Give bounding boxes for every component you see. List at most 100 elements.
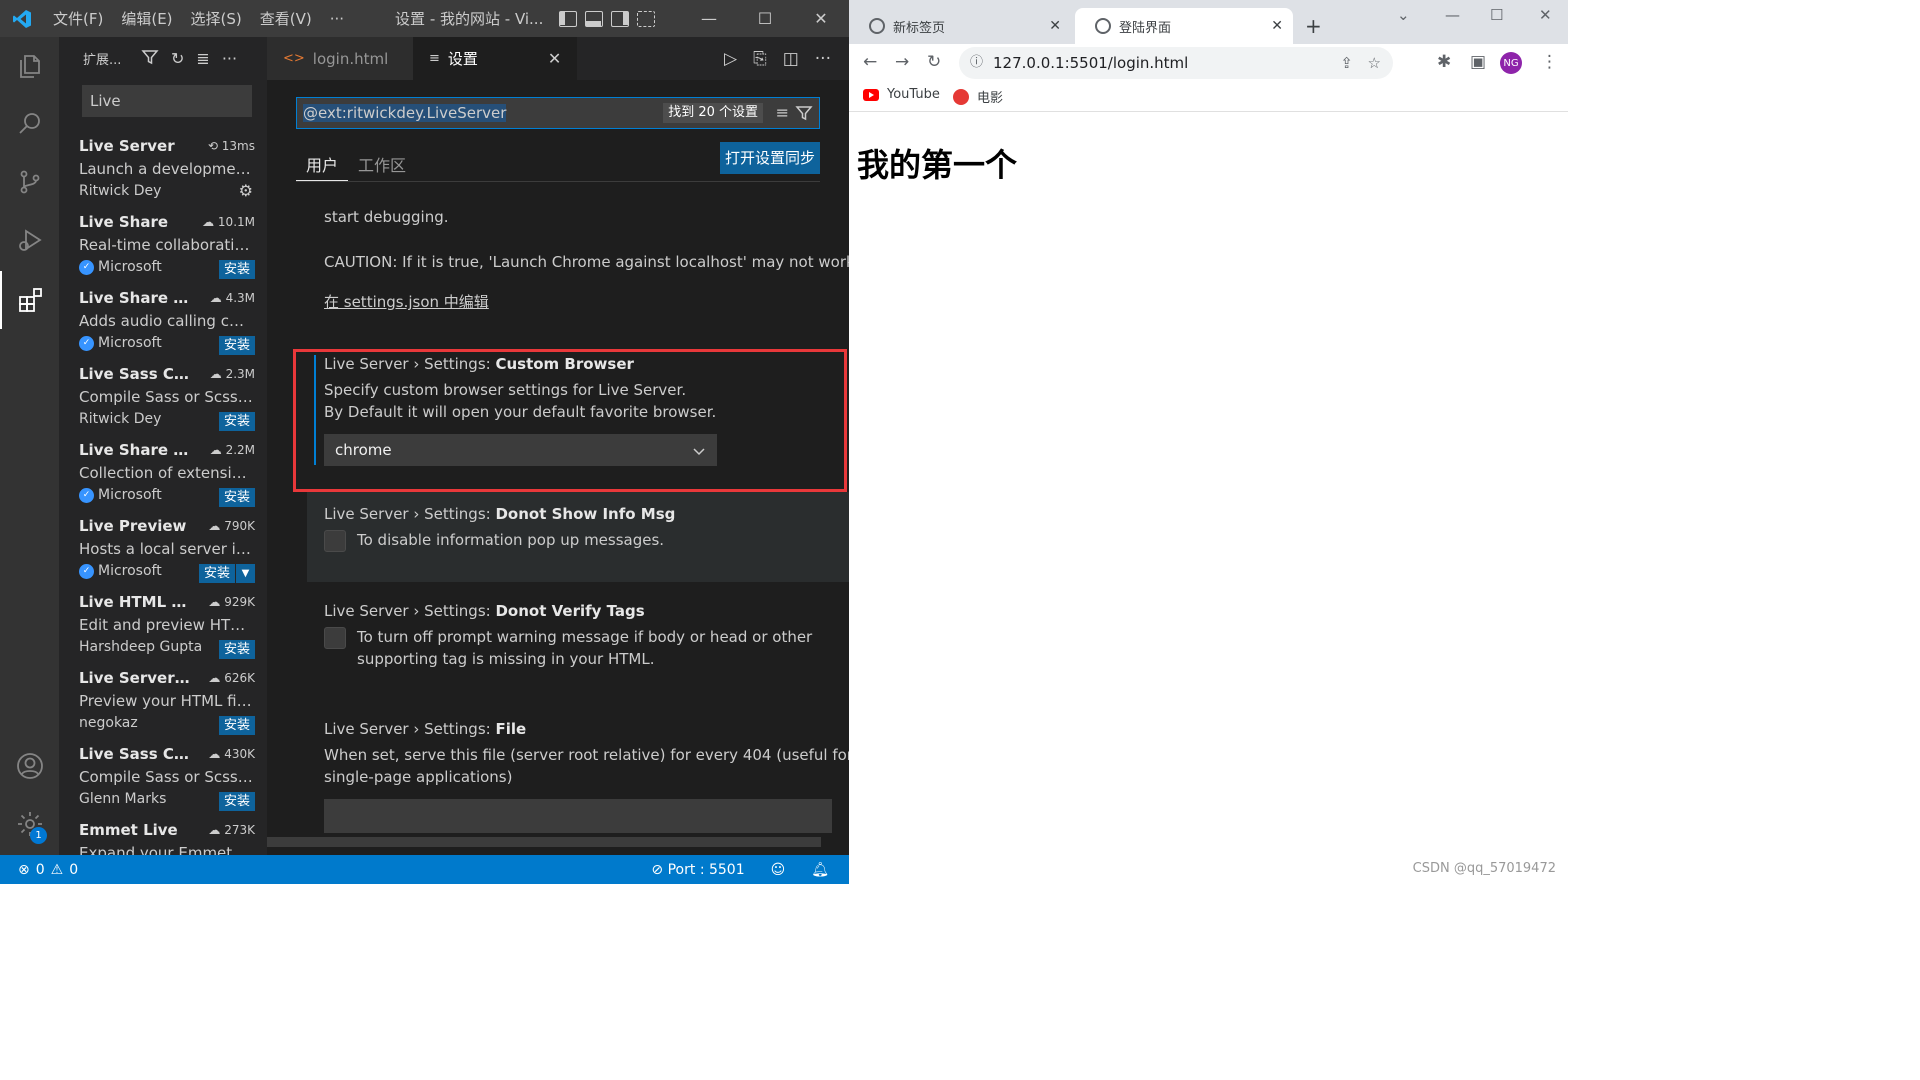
donot-verify-tags-checkbox[interactable]	[324, 627, 346, 649]
run-icon[interactable]: ▷	[724, 49, 737, 69]
refresh-icon[interactable]: ↻	[171, 49, 184, 68]
setting-title-donot-show-info-msg: Live Server › Settings: Donot Show Info …	[324, 505, 676, 523]
notifications-bell-icon[interactable]: 🔔︎	[811, 862, 829, 878]
file-text-input[interactable]	[324, 799, 832, 833]
editor-actions: ▷ ⎘ ◫ ···	[724, 37, 831, 80]
customize-layout-icon[interactable]	[637, 10, 656, 27]
maximize-icon[interactable]: ☐	[737, 0, 793, 37]
forward-icon[interactable]: →	[895, 52, 909, 72]
browser-tab-new[interactable]: 新标签页 ✕	[849, 8, 1071, 44]
window-controls: — ☐ ✕	[681, 0, 849, 37]
reload-icon[interactable]: ↻	[927, 52, 941, 72]
filter-settings-icon[interactable]	[795, 98, 813, 132]
highlight-annotation-box	[293, 349, 847, 492]
extension-item[interactable]: Live Server ⟲ 13ms Launch a development.…	[79, 137, 255, 213]
extension-item[interactable]: Live Server P... ☁ 626K Preview your HTM…	[79, 669, 255, 745]
new-tab-icon[interactable]: +	[1305, 14, 1322, 38]
more-actions-icon[interactable]: ···	[222, 49, 237, 68]
live-server-port[interactable]: ⊘ Port : 5501	[651, 862, 744, 878]
manage-gear-icon[interactable]: 1	[0, 795, 59, 853]
accounts-icon[interactable]	[0, 737, 59, 795]
browser-tab-login[interactable]: 登陆界面 ✕	[1075, 8, 1293, 44]
donot-show-info-msg-checkbox[interactable]	[324, 530, 346, 552]
close-tab-icon[interactable]: ✕	[1271, 18, 1283, 34]
tab-user[interactable]: 用户	[306, 152, 338, 176]
settings-search-input[interactable]: @ext:ritwickdey.LiveServer 找到 20 个设置 ≡	[296, 97, 820, 129]
extension-item[interactable]: Live Preview ☁ 790K Hosts a local server…	[79, 517, 255, 593]
vscode-window: 文件(F) 编辑(E) 选择(S) 查看(V) ··· 设置 - 我的网站 - …	[0, 0, 849, 884]
tab-workspace[interactable]: 工作区	[358, 152, 406, 176]
toggle-secondary-sidebar-icon[interactable]	[611, 10, 630, 27]
install-button[interactable]: 安装	[218, 488, 255, 507]
menu-more[interactable]: ···	[321, 10, 353, 28]
menu-kebab-icon[interactable]: ⋮	[1541, 52, 1558, 72]
profile-avatar[interactable]: NG	[1500, 52, 1522, 74]
extension-item[interactable]: Live Sass Co... ☁ 2.3M Compile Sass or S…	[79, 365, 255, 441]
site-info-icon[interactable]: ⓘ	[970, 47, 983, 79]
menu-selection[interactable]: 选择(S)	[182, 8, 251, 29]
source-control-icon[interactable]	[0, 153, 59, 211]
tab-settings[interactable]: ≡ 设置 ✕	[413, 37, 578, 80]
address-bar[interactable]: ⓘ 127.0.0.1:5501/login.html ⇪ ☆	[959, 47, 1393, 79]
close-tab-icon[interactable]: ✕	[548, 49, 561, 68]
extension-name: Live Share A...	[79, 289, 191, 307]
feedback-icon[interactable]: ☺	[771, 862, 786, 878]
run-debug-icon[interactable]	[0, 211, 59, 269]
close-window-icon[interactable]: ✕	[1539, 6, 1552, 24]
settings-list: start debugging. CAUTION: If it is true,…	[267, 197, 849, 847]
menu-view[interactable]: 查看(V)	[251, 8, 321, 29]
open-settings-sync-button[interactable]: 打开设置同步	[719, 142, 820, 174]
extension-item[interactable]: Live Share ☁ 10.1M Real-time collaborati…	[79, 213, 255, 289]
problems-indicator[interactable]: ⊗ 0 ⚠ 0	[0, 862, 78, 878]
bookmark-youtube[interactable]: YouTube	[863, 87, 940, 102]
install-button[interactable]: 安装	[218, 716, 255, 735]
extension-item[interactable]: Live Share A... ☁ 4.3M Adds audio callin…	[79, 289, 255, 365]
split-editor-icon[interactable]: ◫	[783, 49, 799, 69]
install-button[interactable]: 安装	[198, 564, 235, 583]
extensions-puzzle-icon[interactable]: ✱	[1437, 52, 1451, 72]
browser-tab-title: 新标签页	[893, 20, 946, 36]
close-window-icon[interactable]: ✕	[793, 0, 849, 37]
tab-login-html[interactable]: <> login.html	[267, 37, 413, 80]
install-button[interactable]: 安装	[218, 336, 255, 355]
search-icon[interactable]	[0, 95, 59, 153]
extension-item[interactable]: Live HTML P... ☁ 929K Edit and preview H…	[79, 593, 255, 669]
extension-name: Live HTML P...	[79, 593, 191, 611]
extension-item[interactable]: Live Sass Co... ☁ 430K Compile Sass or S…	[79, 745, 255, 821]
horizontal-scrollbar[interactable]	[267, 837, 821, 847]
filter-icon[interactable]	[141, 48, 159, 70]
install-dropdown-chevron-icon[interactable]: ▼	[236, 564, 255, 583]
extension-item[interactable]: Emmet Live ☁ 273K Expand your Emmet ab..…	[79, 821, 255, 855]
clear-results-icon[interactable]: ≣	[196, 49, 209, 68]
more-actions-icon[interactable]: ···	[815, 49, 831, 69]
extension-settings-gear-icon[interactable]: ⚙	[239, 181, 253, 200]
watermark-text: CSDN @qq_57019472	[1412, 861, 1556, 876]
minimize-icon[interactable]: —	[1445, 6, 1460, 24]
install-button[interactable]: 安装	[218, 792, 255, 811]
side-panel-icon[interactable]: ▣	[1470, 52, 1486, 72]
bookmark-star-icon[interactable]: ☆	[1368, 47, 1381, 79]
bookmark-movies[interactable]: 电影	[953, 87, 1003, 106]
extension-item[interactable]: Live Share Ex... ☁ 2.2M Collection of ex…	[79, 441, 255, 517]
extensions-icon[interactable]	[0, 271, 59, 329]
menu-edit[interactable]: 编辑(E)	[112, 8, 181, 29]
open-settings-json-icon[interactable]: ⎘	[753, 49, 767, 69]
layout-controls	[559, 10, 656, 27]
explorer-icon[interactable]	[0, 37, 59, 95]
share-icon[interactable]: ⇪	[1340, 47, 1353, 79]
edit-in-settings-json-link[interactable]: 在 settings.json 中编辑	[324, 291, 489, 312]
toggle-panel-icon[interactable]	[585, 10, 604, 27]
close-tab-icon[interactable]: ✕	[1049, 18, 1061, 34]
extensions-search-input[interactable]: Live	[82, 85, 252, 117]
maximize-icon[interactable]: ☐	[1490, 6, 1503, 24]
back-icon[interactable]: ←	[863, 52, 877, 72]
minimize-icon[interactable]: —	[681, 0, 737, 37]
install-button[interactable]: 安装	[218, 640, 255, 659]
clear-filter-icon[interactable]: ≡	[776, 98, 789, 128]
tab-search-chevron-icon[interactable]: ⌄	[1397, 6, 1410, 24]
install-button[interactable]: 安装	[218, 412, 255, 431]
menu-file[interactable]: 文件(F)	[44, 8, 112, 29]
install-button[interactable]: 安装	[218, 260, 255, 279]
toggle-sidebar-icon[interactable]	[559, 10, 578, 27]
status-right: ⊘ Port : 5501 ☺ 🔔︎	[651, 862, 849, 878]
